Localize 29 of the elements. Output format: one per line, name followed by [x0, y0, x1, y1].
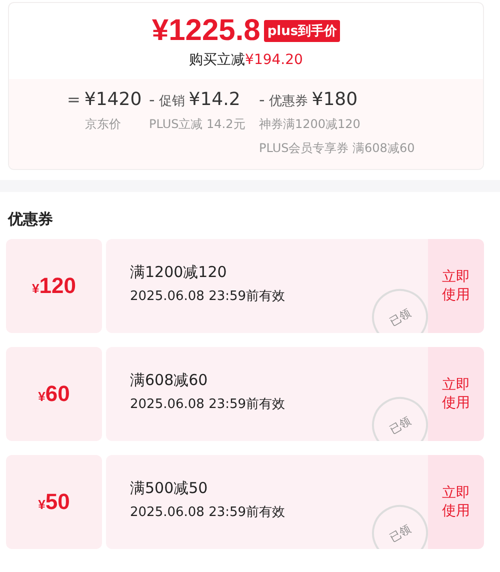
breakdown-note: 神券满1200减120 [259, 116, 362, 133]
breakdown-amount: ¥14.2 [188, 89, 240, 110]
use-now-button[interactable]: 立即使用 [428, 239, 484, 333]
section-title: 优惠券 [8, 210, 54, 229]
final-price: ¥1225.8 [152, 15, 260, 47]
coupon-value: ¥120 [32, 273, 76, 299]
price-badge: plus到手价 [264, 20, 340, 42]
operator-sign: = [67, 90, 80, 109]
use-now-button[interactable]: 立即使用 [428, 347, 484, 441]
coupon-validity: 2025.06.08 23:59前有效 [130, 504, 286, 521]
breakdown-note: PLUS会员专享券 满608减60 [259, 140, 415, 157]
coupon-validity: 2025.06.08 23:59前有效 [130, 288, 286, 305]
operator-sign: - [149, 90, 155, 109]
coupon-condition: 满500减50 [130, 479, 209, 498]
use-now-button[interactable]: 立即使用 [428, 455, 484, 549]
saving-amount: ¥194.20 [245, 52, 303, 68]
saving-label: 购买立减 [189, 52, 246, 68]
coupon-condition: 满608减60 [130, 371, 209, 390]
operator-sign: - [259, 90, 265, 109]
coupon-value: ¥50 [38, 489, 70, 515]
coupon-condition: 满1200减120 [130, 263, 228, 282]
coupon-value: ¥60 [38, 381, 70, 407]
breakdown-note: 京东价 [85, 116, 122, 133]
breakdown-amount: ¥180 [312, 89, 358, 110]
breakdown-label: 优惠券 [268, 93, 308, 110]
breakdown-amount: ¥1420 [84, 89, 142, 110]
coupon-validity: 2025.06.08 23:59前有效 [130, 396, 286, 413]
breakdown-note: PLUS立减 14.2元 [149, 116, 246, 133]
breakdown-label: 促销 [158, 93, 185, 110]
